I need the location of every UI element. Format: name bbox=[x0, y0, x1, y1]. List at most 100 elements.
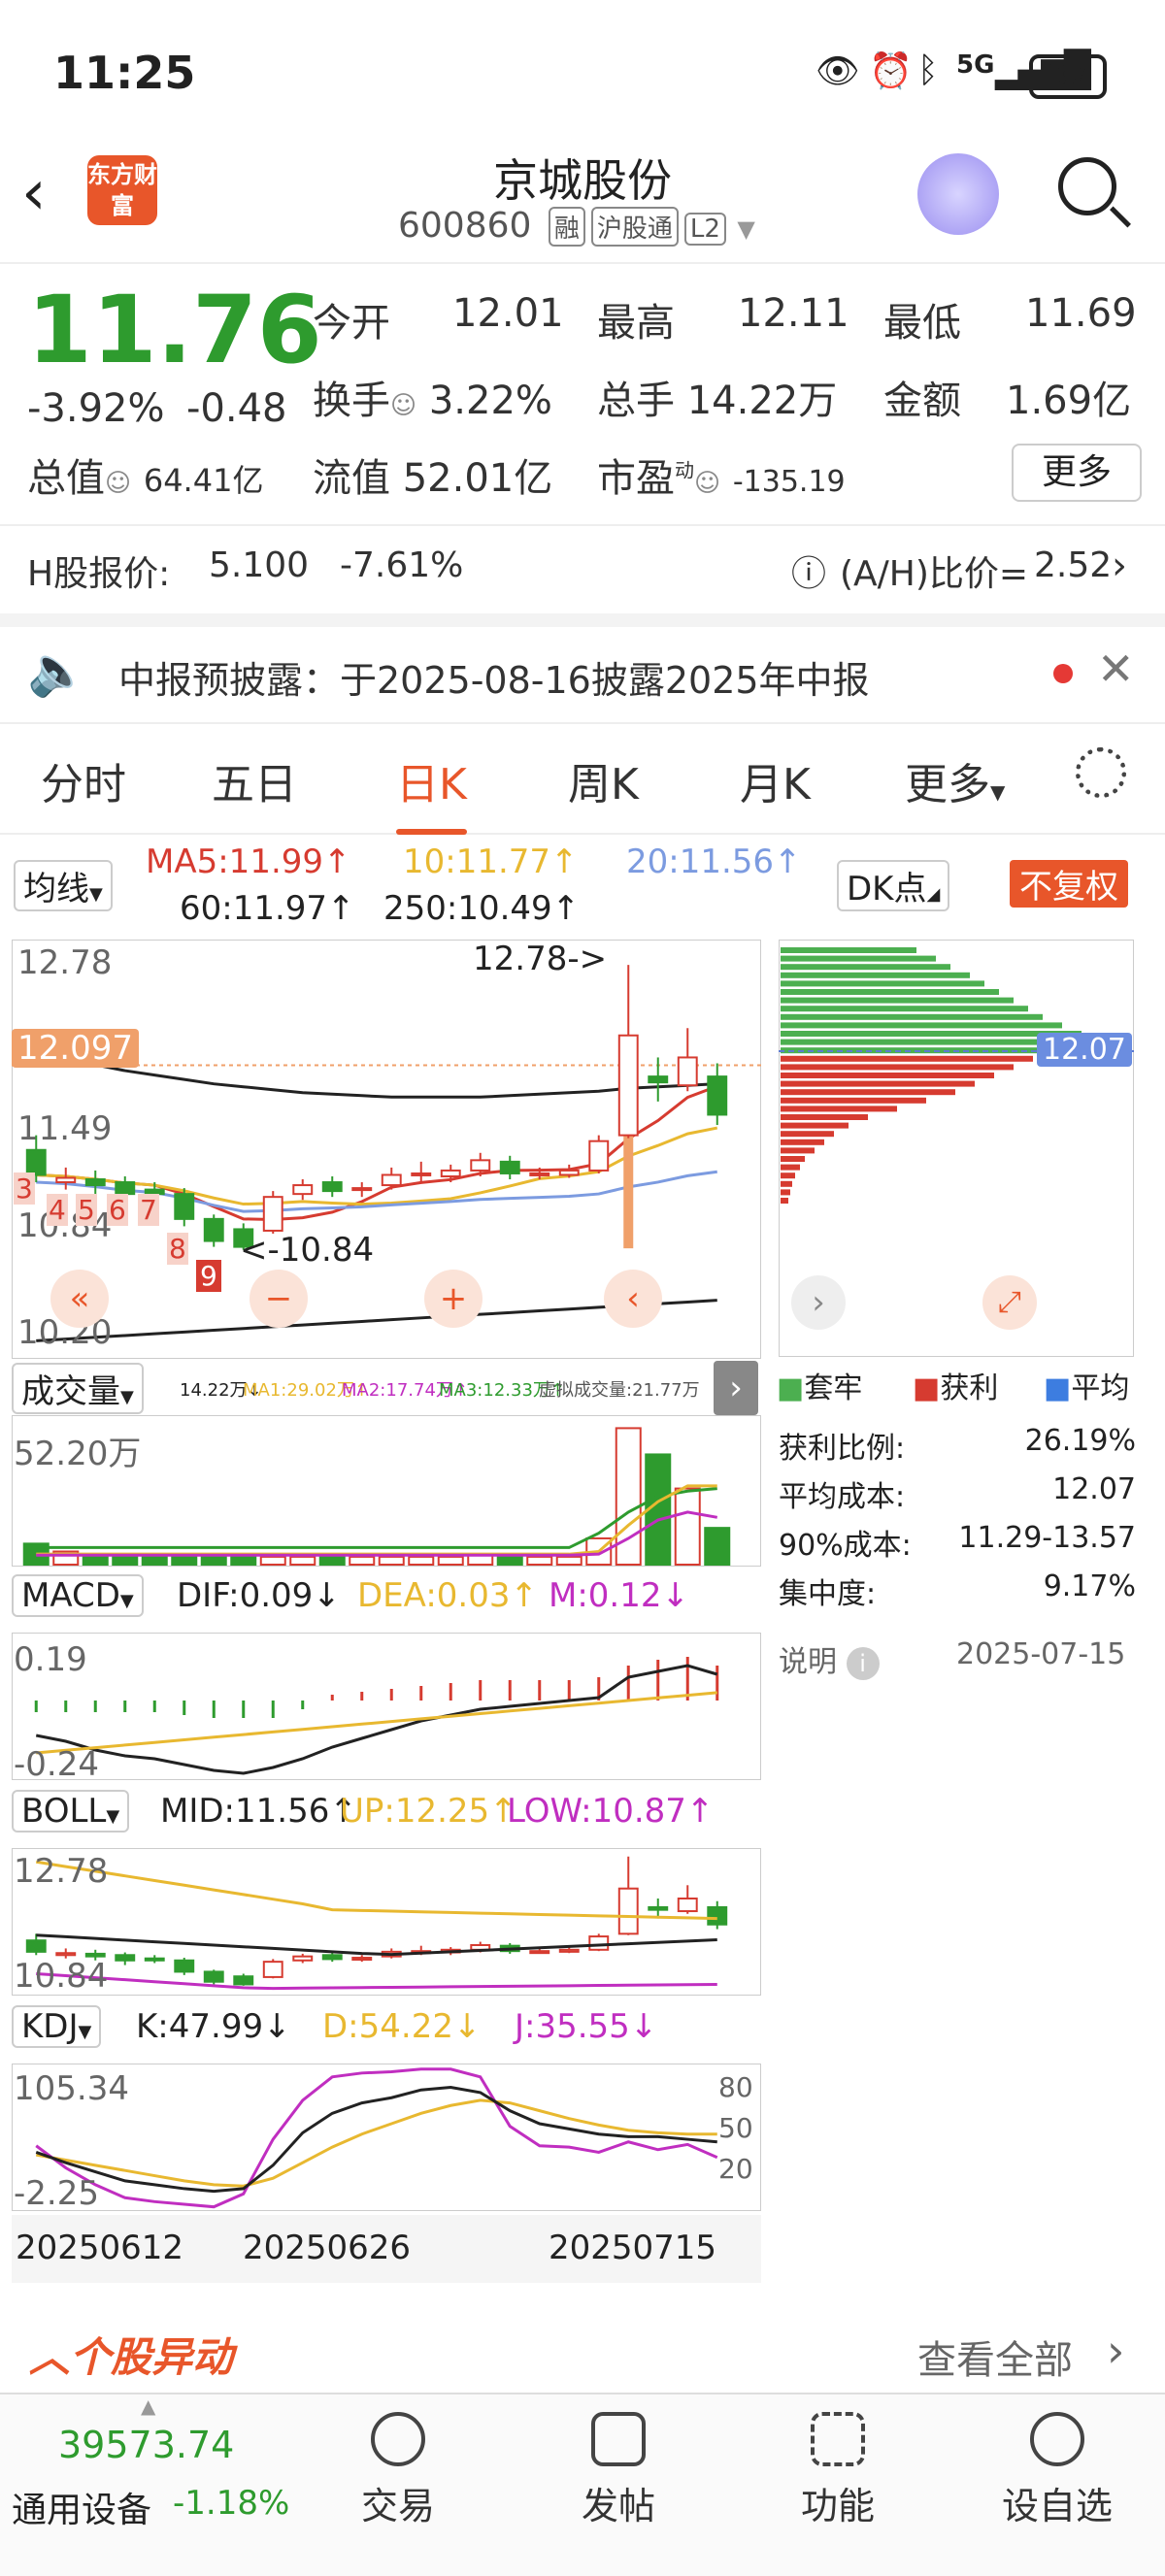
dk-point-select[interactable]: DK点◢ bbox=[837, 860, 950, 911]
chip-bar-trapped bbox=[781, 989, 999, 995]
info-icon: i bbox=[846, 1647, 880, 1680]
ah-ratio-label: (A/H)比价= bbox=[840, 554, 1029, 594]
kdj-select-label: KDJ bbox=[21, 2007, 79, 2046]
pe-label: 市盈 bbox=[597, 456, 675, 501]
x-axis: 20250612 20250626 20250715 bbox=[12, 2215, 761, 2283]
view-all-link[interactable]: 查看全部 bbox=[917, 2328, 1073, 2385]
chip-note-label: 说明 bbox=[779, 1645, 837, 1679]
kdj-ref-50: 50 bbox=[718, 2112, 753, 2144]
ma-select[interactable]: 均线▼ bbox=[14, 860, 113, 911]
nav-function[interactable]: 功能 bbox=[765, 2412, 911, 2529]
help-icon[interactable]: ⓘ bbox=[791, 545, 826, 596]
speaker-icon: 🔈 bbox=[27, 643, 88, 699]
boll-candle-body bbox=[648, 1905, 669, 1911]
kdj-j-line bbox=[35, 2067, 718, 2209]
adjust-button[interactable]: 不复权 bbox=[1010, 860, 1128, 908]
chevron-right-icon[interactable]: › bbox=[1112, 544, 1127, 588]
boll-ymin: 10.84 bbox=[14, 1957, 109, 1996]
search-icon[interactable] bbox=[1058, 157, 1116, 215]
quote-panel: 11.76 -3.92% -0.48 总值☺ 64.41亿 今开 12.01 最… bbox=[0, 264, 1165, 507]
volume-label: 总手 bbox=[597, 379, 675, 423]
gear-icon[interactable] bbox=[1076, 747, 1126, 798]
boll-candle-body bbox=[203, 1970, 224, 1983]
tab-monthly-k[interactable]: 月K bbox=[740, 749, 811, 811]
dropdown-icon: ◢ bbox=[926, 884, 941, 905]
nav-trade[interactable]: 交易 bbox=[325, 2412, 471, 2529]
expand-panel-icon[interactable]: › bbox=[714, 1361, 758, 1415]
chip-bar-profit bbox=[781, 1064, 1014, 1071]
legend-swatch: ■ bbox=[913, 1371, 941, 1405]
kline-overlay: 12.78 12.097 11.49 10.84 10.20 12.78-> <… bbox=[12, 940, 761, 1359]
kdj-select[interactable]: KDJ▼ bbox=[12, 2005, 102, 2048]
macd-dea: DEA:0.03↑ bbox=[357, 1576, 538, 1615]
volume-header: 成交量▼ 14.22万↓ MA1:29.02万↑ MA2:17.74万↑ MA3… bbox=[0, 1361, 767, 1415]
boll-select[interactable]: BOLL▼ bbox=[12, 1790, 130, 1833]
chevron-right-icon[interactable]: › bbox=[791, 1275, 846, 1330]
more-button[interactable]: 更多 bbox=[1012, 444, 1142, 502]
countdown-6: 6 bbox=[107, 1194, 128, 1226]
tab-daily-k[interactable]: 日K bbox=[396, 749, 467, 835]
tab-weekly-k[interactable]: 周K bbox=[568, 749, 639, 811]
mktcap-label: 总值 bbox=[27, 456, 105, 501]
chip-bar-profit bbox=[781, 1198, 788, 1204]
kdj-k-line bbox=[35, 2086, 717, 2194]
high-annotation: 12.78-> bbox=[473, 940, 608, 978]
boll-candle-body bbox=[588, 1935, 610, 1951]
nav-watchlist[interactable]: 设自选 bbox=[984, 2412, 1130, 2529]
chip-note[interactable]: 说明 i bbox=[779, 1637, 880, 1680]
volume-bar bbox=[289, 1555, 316, 1566]
step-back-icon[interactable]: ‹ bbox=[604, 1270, 662, 1328]
volume-select[interactable]: 成交量▼ bbox=[12, 1363, 144, 1414]
notice-banner[interactable]: 🔈 中报预披露：于2025-08-16披露2025年中报 ✕ bbox=[0, 625, 1165, 724]
macd-chart[interactable] bbox=[12, 1633, 761, 1780]
open-value: 12.01 bbox=[452, 291, 564, 336]
index-name[interactable]: 通用设备 bbox=[12, 2482, 151, 2532]
dropdown-icon[interactable]: ▼ bbox=[737, 215, 754, 243]
zoom-out-icon[interactable]: − bbox=[250, 1270, 308, 1328]
macd-select[interactable]: MACD▼ bbox=[12, 1574, 144, 1617]
chip-bar-trapped bbox=[781, 947, 916, 953]
h-share-bar[interactable]: H股报价: 5.100 -7.61% ⓘ (A/H)比价= 2.52 › bbox=[0, 524, 1165, 627]
legend-profit-label: 获利 bbox=[940, 1371, 999, 1405]
boll-candle-body bbox=[115, 1954, 136, 1962]
ma-select-label: 均线 bbox=[23, 870, 89, 908]
movers-header[interactable]: ︿个股异动 查看全部 › bbox=[0, 2315, 1165, 2393]
nav-trade-label: 交易 bbox=[360, 2485, 435, 2527]
pe-value: -135.19 bbox=[732, 465, 846, 499]
index-value[interactable]: 39573.74 bbox=[58, 2424, 234, 2466]
boll-candle-body bbox=[262, 1961, 283, 1978]
countdown-3: 3 bbox=[14, 1172, 35, 1205]
tab-more[interactable]: 更多▼ bbox=[905, 749, 1005, 811]
chevron-right-icon[interactable]: › bbox=[1107, 2325, 1124, 2377]
boll-chart[interactable] bbox=[12, 1848, 761, 1996]
nav-post[interactable]: 发帖 bbox=[546, 2412, 691, 2529]
volume-bar bbox=[555, 1555, 582, 1566]
countdown-5: 5 bbox=[76, 1194, 97, 1226]
close-icon[interactable]: ✕ bbox=[1097, 643, 1135, 695]
tab-five-day[interactable]: 五日 bbox=[212, 749, 297, 811]
float-cell: 流值 52.01亿 bbox=[313, 446, 552, 503]
chip-bar-trapped bbox=[781, 972, 970, 978]
y-current-price: 12.097 bbox=[12, 1029, 139, 1068]
info-icon[interactable]: ☺ bbox=[694, 469, 720, 498]
info-icon[interactable]: ☺ bbox=[390, 391, 416, 420]
grid-icon bbox=[811, 2412, 865, 2466]
boll-candle-body bbox=[558, 1948, 580, 1953]
legend-swatch: ■ bbox=[777, 1371, 805, 1405]
chip-price-tag: 12.07 bbox=[1037, 1033, 1132, 1067]
rewind-icon[interactable]: « bbox=[50, 1270, 109, 1328]
chip-row-value: 26.19% bbox=[1024, 1424, 1136, 1458]
last-price: 11.76 bbox=[27, 276, 322, 384]
chip-bar-trapped bbox=[781, 955, 936, 962]
info-icon[interactable]: ☺ bbox=[105, 469, 131, 498]
volume-bar bbox=[318, 1555, 346, 1566]
h-share-price: 5.100 bbox=[209, 545, 310, 585]
assistant-avatar[interactable] bbox=[917, 153, 999, 235]
expand-icon[interactable]: ⤢ bbox=[982, 1275, 1037, 1330]
zoom-in-icon[interactable]: + bbox=[424, 1270, 483, 1328]
volume-bar bbox=[378, 1555, 405, 1566]
legend-trapped-label: 套牢 bbox=[804, 1371, 863, 1405]
countdown-9: 9 bbox=[196, 1260, 221, 1292]
tab-intraday[interactable]: 分时 bbox=[41, 749, 126, 811]
open-label: 今开 bbox=[313, 301, 390, 346]
